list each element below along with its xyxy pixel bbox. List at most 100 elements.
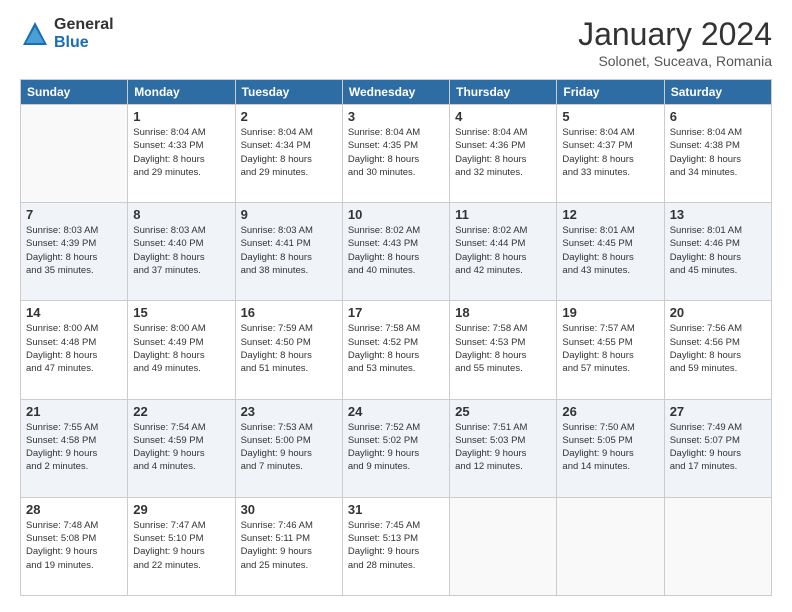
calendar-table: SundayMondayTuesdayWednesdayThursdayFrid…	[20, 79, 772, 596]
day-number: 5	[562, 109, 658, 124]
calendar-cell	[557, 497, 664, 595]
day-info: Sunrise: 7:50 AM Sunset: 5:05 PM Dayligh…	[562, 421, 658, 474]
calendar-cell	[450, 497, 557, 595]
day-info: Sunrise: 7:59 AM Sunset: 4:50 PM Dayligh…	[241, 322, 337, 375]
logo: General Blue	[20, 16, 114, 51]
weekday-header-sunday: Sunday	[21, 80, 128, 105]
day-info: Sunrise: 7:54 AM Sunset: 4:59 PM Dayligh…	[133, 421, 229, 474]
weekday-header-monday: Monday	[128, 80, 235, 105]
calendar-cell: 3Sunrise: 8:04 AM Sunset: 4:35 PM Daylig…	[342, 105, 449, 203]
day-number: 18	[455, 305, 551, 320]
calendar-cell: 28 Sunrise: 7:48 AM Sunset: 5:08 PM Dayli…	[21, 497, 128, 595]
day-info: Sunrise: 8:04 AM Sunset: 4:34 PM Dayligh…	[241, 126, 337, 179]
day-number: 17	[348, 305, 444, 320]
day-number: 24	[348, 404, 444, 419]
day-info: Sunrise: 7:52 AM Sunset: 5:02 PM Dayligh…	[348, 421, 444, 474]
calendar-cell: 15Sunrise: 8:00 AM Sunset: 4:49 PM Dayli…	[128, 301, 235, 399]
day-number: 25	[455, 404, 551, 419]
calendar-cell: 29Sunrise: 7:47 AM Sunset: 5:10 PM Dayli…	[128, 497, 235, 595]
calendar-cell: 30 Sunrise: 7:46 AM Sunset: 5:11 PM Dayli…	[235, 497, 342, 595]
calendar-cell	[21, 105, 128, 203]
day-info: Sunrise: 8:04 AM Sunset: 4:37 PM Dayligh…	[562, 126, 658, 179]
location-subtitle: Solonet, Suceava, Romania	[578, 53, 772, 69]
calendar-cell: 23 Sunrise: 7:53 AM Sunset: 5:00 PM Dayli…	[235, 399, 342, 497]
month-title: January 2024	[578, 16, 772, 53]
day-info: Sunrise: 7:56 AM Sunset: 4:56 PM Dayligh…	[670, 322, 766, 375]
day-number: 4	[455, 109, 551, 124]
calendar-week-2: 7 Sunrise: 8:03 AM Sunset: 4:39 PM Daylig…	[21, 203, 772, 301]
day-number: 27	[670, 404, 766, 419]
title-block: January 2024 Solonet, Suceava, Romania	[578, 16, 772, 69]
logo-general-text: General	[54, 16, 114, 34]
weekday-header-wednesday: Wednesday	[342, 80, 449, 105]
day-info: Sunrise: 7:46 AM Sunset: 5:11 PM Dayligh…	[241, 519, 337, 572]
day-info: Sunrise: 8:03 AM Sunset: 4:40 PM Dayligh…	[133, 224, 229, 277]
day-number: 30	[241, 502, 337, 517]
calendar-cell: 26 Sunrise: 7:50 AM Sunset: 5:05 PM Dayli…	[557, 399, 664, 497]
day-number: 12	[562, 207, 658, 222]
calendar-cell: 6Sunrise: 8:04 AM Sunset: 4:38 PM Daylig…	[664, 105, 771, 203]
day-number: 28	[26, 502, 122, 517]
day-info: Sunrise: 8:04 AM Sunset: 4:33 PM Dayligh…	[133, 126, 229, 179]
day-info: Sunrise: 7:57 AM Sunset: 4:55 PM Dayligh…	[562, 322, 658, 375]
day-number: 2	[241, 109, 337, 124]
day-info: Sunrise: 8:01 AM Sunset: 4:45 PM Dayligh…	[562, 224, 658, 277]
logo-icon	[20, 19, 50, 49]
day-number: 1	[133, 109, 229, 124]
calendar-cell: 19 Sunrise: 7:57 AM Sunset: 4:55 PM Dayli…	[557, 301, 664, 399]
logo-blue-text: Blue	[54, 34, 114, 52]
day-info: Sunrise: 8:04 AM Sunset: 4:35 PM Dayligh…	[348, 126, 444, 179]
calendar-cell: 21 Sunrise: 7:55 AM Sunset: 4:58 PM Dayli…	[21, 399, 128, 497]
day-number: 11	[455, 207, 551, 222]
calendar-cell: 16 Sunrise: 7:59 AM Sunset: 4:50 PM Dayli…	[235, 301, 342, 399]
day-number: 10	[348, 207, 444, 222]
day-number: 13	[670, 207, 766, 222]
day-info: Sunrise: 7:53 AM Sunset: 5:00 PM Dayligh…	[241, 421, 337, 474]
day-number: 16	[241, 305, 337, 320]
calendar-cell: 13 Sunrise: 8:01 AM Sunset: 4:46 PM Dayli…	[664, 203, 771, 301]
day-number: 7	[26, 207, 122, 222]
calendar-cell: 2 Sunrise: 8:04 AM Sunset: 4:34 PM Daylig…	[235, 105, 342, 203]
day-number: 14	[26, 305, 122, 320]
calendar-header-row: SundayMondayTuesdayWednesdayThursdayFrid…	[21, 80, 772, 105]
day-info: Sunrise: 8:03 AM Sunset: 4:39 PM Dayligh…	[26, 224, 122, 277]
day-info: Sunrise: 7:58 AM Sunset: 4:52 PM Dayligh…	[348, 322, 444, 375]
day-number: 31	[348, 502, 444, 517]
calendar-cell	[664, 497, 771, 595]
weekday-header-friday: Friday	[557, 80, 664, 105]
day-info: Sunrise: 7:58 AM Sunset: 4:53 PM Dayligh…	[455, 322, 551, 375]
day-number: 22	[133, 404, 229, 419]
calendar-cell: 10Sunrise: 8:02 AM Sunset: 4:43 PM Dayli…	[342, 203, 449, 301]
day-info: Sunrise: 7:48 AM Sunset: 5:08 PM Dayligh…	[26, 519, 122, 572]
day-number: 21	[26, 404, 122, 419]
day-number: 20	[670, 305, 766, 320]
calendar-cell: 9Sunrise: 8:03 AM Sunset: 4:41 PM Daylig…	[235, 203, 342, 301]
calendar-week-5: 28 Sunrise: 7:48 AM Sunset: 5:08 PM Dayli…	[21, 497, 772, 595]
calendar-cell: 1 Sunrise: 8:04 AM Sunset: 4:33 PM Daylig…	[128, 105, 235, 203]
calendar-cell: 22 Sunrise: 7:54 AM Sunset: 4:59 PM Dayli…	[128, 399, 235, 497]
calendar-cell: 25 Sunrise: 7:51 AM Sunset: 5:03 PM Dayli…	[450, 399, 557, 497]
day-info: Sunrise: 8:02 AM Sunset: 4:44 PM Dayligh…	[455, 224, 551, 277]
day-number: 6	[670, 109, 766, 124]
page: General Blue January 2024 Solonet, Sucea…	[0, 0, 792, 612]
day-info: Sunrise: 7:51 AM Sunset: 5:03 PM Dayligh…	[455, 421, 551, 474]
day-number: 26	[562, 404, 658, 419]
header: General Blue January 2024 Solonet, Sucea…	[20, 16, 772, 69]
day-info: Sunrise: 8:01 AM Sunset: 4:46 PM Dayligh…	[670, 224, 766, 277]
weekday-header-saturday: Saturday	[664, 80, 771, 105]
day-number: 23	[241, 404, 337, 419]
day-info: Sunrise: 7:49 AM Sunset: 5:07 PM Dayligh…	[670, 421, 766, 474]
day-info: Sunrise: 7:55 AM Sunset: 4:58 PM Dayligh…	[26, 421, 122, 474]
calendar-week-1: 1 Sunrise: 8:04 AM Sunset: 4:33 PM Daylig…	[21, 105, 772, 203]
calendar-cell: 11 Sunrise: 8:02 AM Sunset: 4:44 PM Dayli…	[450, 203, 557, 301]
day-info: Sunrise: 8:00 AM Sunset: 4:48 PM Dayligh…	[26, 322, 122, 375]
calendar-cell: 5 Sunrise: 8:04 AM Sunset: 4:37 PM Daylig…	[557, 105, 664, 203]
day-number: 9	[241, 207, 337, 222]
calendar-cell: 4 Sunrise: 8:04 AM Sunset: 4:36 PM Daylig…	[450, 105, 557, 203]
day-info: Sunrise: 7:47 AM Sunset: 5:10 PM Dayligh…	[133, 519, 229, 572]
logo-text: General Blue	[54, 16, 114, 51]
day-number: 19	[562, 305, 658, 320]
calendar-cell: 20 Sunrise: 7:56 AM Sunset: 4:56 PM Dayli…	[664, 301, 771, 399]
weekday-header-thursday: Thursday	[450, 80, 557, 105]
day-info: Sunrise: 8:04 AM Sunset: 4:36 PM Dayligh…	[455, 126, 551, 179]
